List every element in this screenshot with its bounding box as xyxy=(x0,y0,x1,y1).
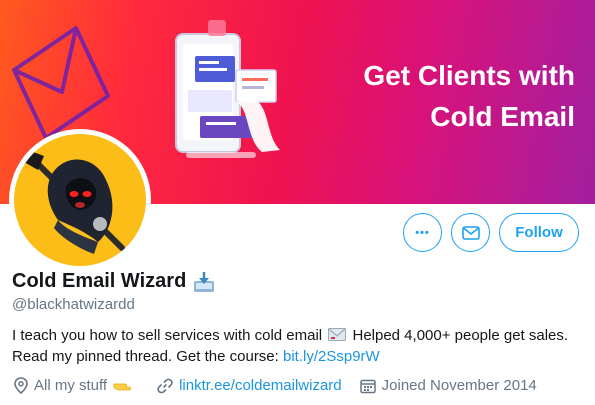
envelope-emoji-icon xyxy=(328,328,347,341)
handle: @blackhatwizardd xyxy=(12,296,135,313)
bio: I teach you how to sell services with co… xyxy=(12,325,587,367)
bio-text-2: Helped 4,000+ people get sales. xyxy=(352,327,569,344)
location-item: All my stuff xyxy=(14,377,139,394)
inbox-tray-icon xyxy=(194,271,215,292)
bio-link[interactable]: bit.ly/2Ssp9rW xyxy=(283,348,380,365)
follow-button[interactable]: Follow xyxy=(499,213,579,252)
location-text: All my stuff xyxy=(34,377,108,394)
display-name: Cold Email Wizard xyxy=(12,270,187,292)
website-item[interactable]: linktr.ee/coldemailwizard xyxy=(157,377,342,394)
joined-item: Joined November 2014 xyxy=(359,377,537,394)
bio-text-1: I teach you how to sell services with co… xyxy=(12,327,323,344)
envelope-icon xyxy=(461,225,480,240)
banner-headline-line1: Get Clients with xyxy=(363,60,575,91)
profile-meta: All my stuff linktr.ee/coldemailwizard J… xyxy=(14,377,555,394)
more-options-button[interactable]: ••• xyxy=(403,213,442,252)
banner-headline-line2: Cold Email xyxy=(430,101,575,132)
location-pin-icon xyxy=(14,377,28,394)
message-button[interactable] xyxy=(451,213,490,252)
calendar-icon xyxy=(359,379,376,393)
website-link[interactable]: linktr.ee/coldemailwizard xyxy=(179,377,342,394)
tablet-illustration xyxy=(175,20,280,158)
more-options-icon: ••• xyxy=(415,226,430,239)
display-name-row: Cold Email Wizard xyxy=(12,270,216,293)
bio-text-3: Read my pinned thread. Get the course: xyxy=(12,348,279,365)
pointing-hand-icon xyxy=(113,383,131,390)
envelope-outline-icon xyxy=(12,26,110,140)
link-icon xyxy=(157,378,173,393)
joined-text: Joined November 2014 xyxy=(381,377,537,394)
profile-actions: ••• Follow xyxy=(0,213,595,253)
